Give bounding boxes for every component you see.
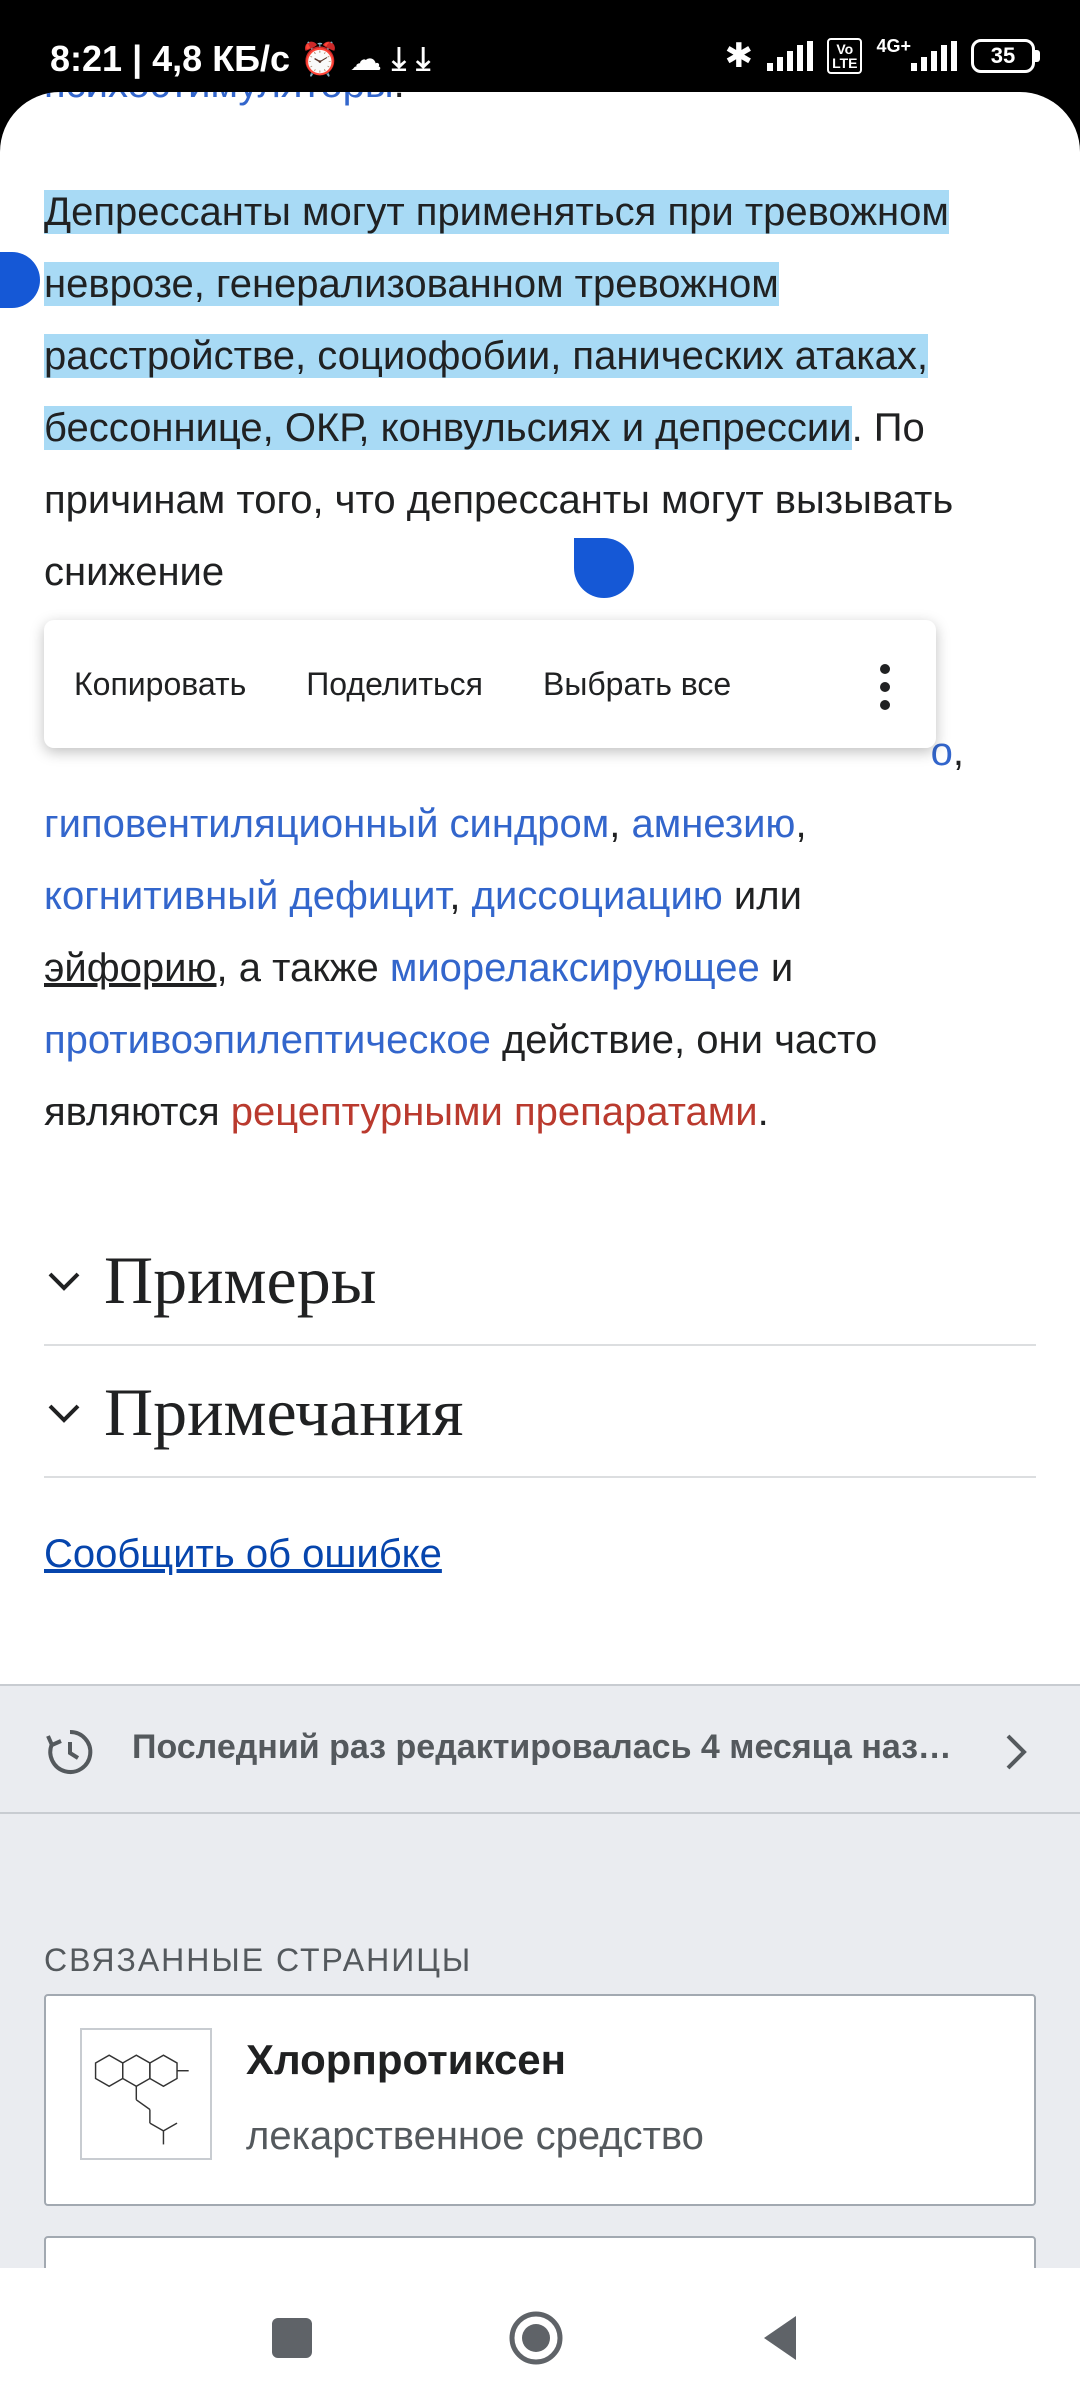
related-page-description: лекарственное средство <box>246 2114 704 2158</box>
link-muscle-relaxant[interactable]: миорелаксирующее <box>390 946 760 990</box>
signal-icon <box>767 41 814 71</box>
link-cognitive-deficit[interactable]: когнитивный дефицит <box>44 874 449 918</box>
related-page-title: Хлорпротиксен <box>246 2036 567 2083</box>
chevron-right-icon <box>1006 1734 1027 1770</box>
share-button[interactable]: Поделиться <box>276 666 513 703</box>
chemical-structure-thumbnail <box>80 2028 212 2160</box>
signal-icon <box>911 41 957 71</box>
page-footer: Последний раз редактировалась 4 месяца н… <box>0 1684 1080 2268</box>
status-right: ✱ Vo LTE 4G+ 35 <box>725 36 1040 76</box>
volte-icon: Vo LTE <box>827 38 863 74</box>
clock: 8:21 <box>50 38 123 79</box>
link-hypoventilation[interactable]: гиповентиляционный синдром <box>44 802 609 846</box>
download-icon: ⤓ <box>391 40 407 76</box>
section-notes[interactable]: Примечания <box>44 1348 1036 1478</box>
last-edited-text: Последний раз редактировалась 4 месяца н… <box>132 1728 952 1766</box>
bluetooth-icon: ✱ <box>724 37 754 75</box>
link-amnesia[interactable]: амнезию <box>632 802 796 846</box>
related-page-card[interactable]: Хлорпротиксен лекарственное средство <box>44 1994 1036 2206</box>
last-edited-bar[interactable]: Последний раз редактировалась 4 месяца н… <box>0 1684 1080 1814</box>
article-content: психостимуляторы. Депрессанты могут прим… <box>0 92 1080 2268</box>
copy-button[interactable]: Копировать <box>44 666 276 703</box>
battery-level: 35 <box>971 39 1035 73</box>
battery-icon: 35 <box>971 39 1040 73</box>
chevron-down-icon <box>48 1272 80 1291</box>
network-speed: 4,8 КБ/с <box>152 38 291 79</box>
report-error-link[interactable]: Сообщить об ошибке <box>44 1532 442 1577</box>
alarm-icon: ⏰ <box>300 41 340 77</box>
link-antiepileptic[interactable]: противоэпилептическое <box>44 1018 491 1062</box>
status-left: 8:21 | 4,8 КБ/с ⏰ ☁ ⤓ ⤓ <box>50 38 431 79</box>
section-examples[interactable]: Примеры <box>44 1216 1036 1346</box>
recents-icon[interactable] <box>262 2308 322 2368</box>
selection-handle-start[interactable] <box>0 252 40 308</box>
related-page-card[interactable] <box>44 2236 1036 2268</box>
more-vertical-icon[interactable] <box>880 664 890 710</box>
select-all-button[interactable]: Выбрать все <box>513 666 761 703</box>
history-icon <box>46 1729 93 1774</box>
paragraph-continued: о, гиповентиляционный синдром, амнезию, … <box>44 730 964 1134</box>
link-euphoria[interactable]: эйфорию <box>44 946 217 990</box>
selection-handle-end[interactable] <box>574 538 634 598</box>
link-psychostimulants[interactable]: психостимуляторы <box>44 92 394 106</box>
section-title: Примечания <box>104 1373 464 1450</box>
previous-line: психостимуляторы. <box>44 92 1044 120</box>
back-icon[interactable] <box>752 2308 812 2368</box>
home-icon[interactable] <box>506 2308 566 2368</box>
network-type: 4G+ <box>876 35 911 56</box>
selected-text[interactable]: Депрессанты могут применяться при тревож… <box>44 190 949 450</box>
section-title: Примеры <box>104 1241 377 1318</box>
paragraph-depressants[interactable]: Депрессанты могут применяться при тревож… <box>44 176 1044 608</box>
system-nav-bar <box>0 2268 1080 2400</box>
link-prescription-drugs[interactable]: рецептурными препаратами <box>231 1090 758 1134</box>
text-selection-menu: Копировать Поделиться Выбрать все <box>44 620 936 748</box>
link-dissociation[interactable]: диссоциацию <box>472 874 723 918</box>
chevron-down-icon <box>48 1404 80 1423</box>
related-pages-header: СВЯЗАННЫЕ СТРАНИЦЫ <box>44 1942 473 1978</box>
cloud-icon: ☁ <box>349 41 382 77</box>
download-icon: ⤓ <box>416 40 431 76</box>
